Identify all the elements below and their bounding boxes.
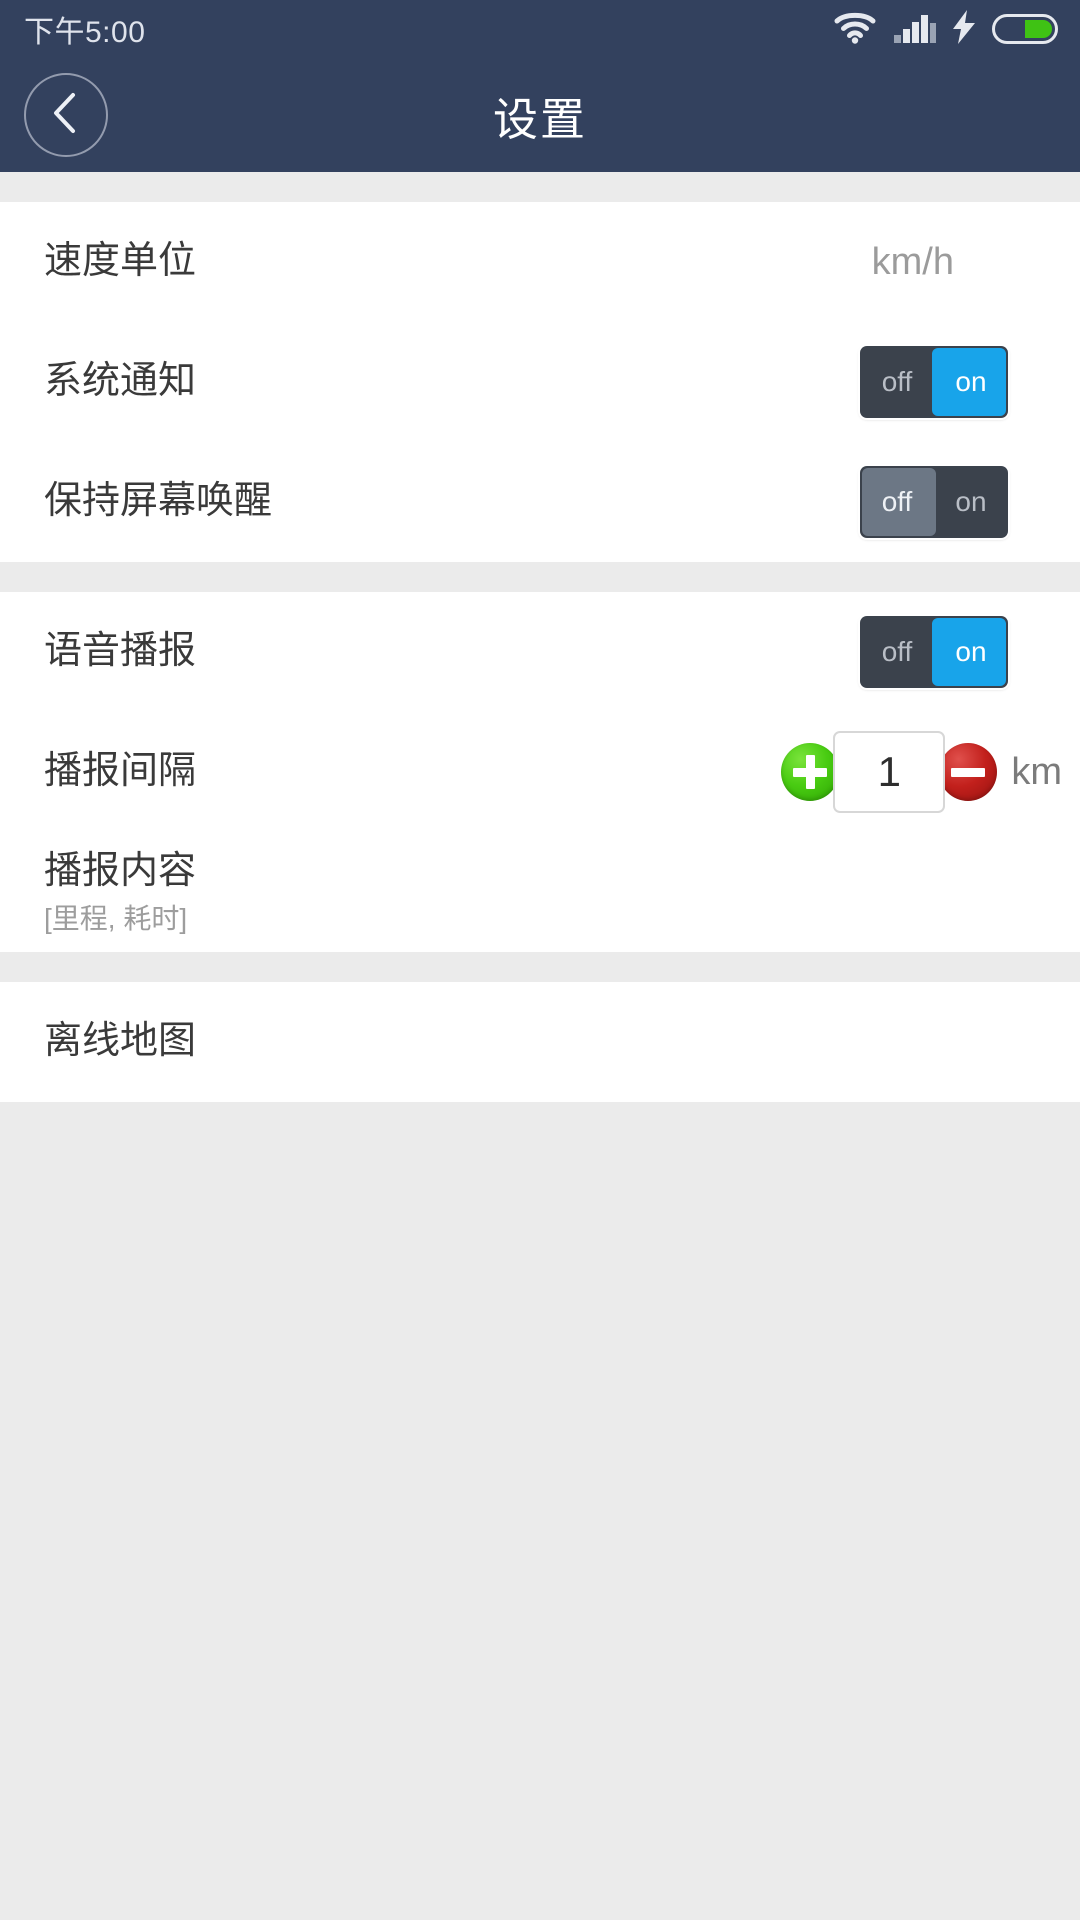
row-labels: 离线地图 xyxy=(44,1018,1046,1066)
status-bar-icons xyxy=(833,9,1058,49)
row-keep-screen-awake[interactable]: 保持屏幕唤醒 off on xyxy=(0,442,1080,562)
settings-section-general: 速度单位 km/h 系统通知 off on 保持屏幕唤醒 off on xyxy=(0,202,1080,562)
toggle-on-label: on xyxy=(955,486,987,517)
speed-unit-value: km/h xyxy=(871,240,954,283)
row-broadcast-content[interactable]: 播报内容 [里程, 耗时] xyxy=(0,832,1080,952)
section-gap xyxy=(0,172,1080,202)
toggle-off-label: off xyxy=(881,636,913,667)
charging-bolt-icon xyxy=(953,9,975,49)
settings-list: 速度单位 km/h 系统通知 off on 保持屏幕唤醒 off on 语音播报… xyxy=(0,172,1080,1696)
row-labels: 系统通知 xyxy=(44,358,860,406)
row-system-notification[interactable]: 系统通知 off on xyxy=(0,322,1080,442)
toggle-off-label: off xyxy=(881,366,913,397)
minus-circle-icon[interactable] xyxy=(939,743,998,801)
wifi-icon xyxy=(833,10,877,49)
row-title: 系统通知 xyxy=(44,360,197,403)
plus-circle-icon[interactable] xyxy=(781,743,840,801)
battery-icon xyxy=(992,14,1058,44)
row-labels: 速度单位 xyxy=(44,238,872,286)
toggle-on-label: on xyxy=(955,636,987,667)
row-voice-broadcast[interactable]: 语音播报 off on xyxy=(0,592,1080,712)
broadcast-interval-input[interactable]: 1 xyxy=(833,731,946,813)
row-offline-map[interactable]: 离线地图 xyxy=(0,982,1080,1102)
toggle-off-label: off xyxy=(881,486,913,517)
broadcast-interval-stepper[interactable]: 1 km xyxy=(781,731,1062,813)
row-title: 语音播报 xyxy=(44,630,197,673)
toggle-on-label: on xyxy=(955,366,987,397)
row-title: 速度单位 xyxy=(44,240,197,283)
system-notification-toggle[interactable]: off on xyxy=(860,346,1008,418)
app-bar: 设置 xyxy=(0,58,1080,172)
status-bar-clock: 下午5:00 xyxy=(24,16,146,49)
row-title: 播报间隔 xyxy=(44,750,197,793)
cellular-signal-icon xyxy=(894,11,936,48)
row-speed-unit[interactable]: 速度单位 km/h xyxy=(0,202,1080,322)
row-title: 保持屏幕唤醒 xyxy=(44,480,273,523)
voice-broadcast-toggle[interactable]: off on xyxy=(860,616,1008,688)
keep-screen-awake-toggle[interactable]: off on xyxy=(860,466,1008,538)
section-gap xyxy=(0,562,1080,592)
chevron-left-icon xyxy=(49,89,83,142)
row-labels: 语音播报 xyxy=(44,628,860,676)
back-button[interactable] xyxy=(24,73,108,157)
row-broadcast-interval[interactable]: 播报间隔 1 km xyxy=(0,712,1080,832)
broadcast-interval-unit: km xyxy=(1011,750,1062,793)
section-gap xyxy=(0,952,1080,982)
row-subtitle: [里程, 耗时] xyxy=(44,902,188,934)
row-labels: 播报间隔 xyxy=(44,748,781,796)
row-title: 离线地图 xyxy=(44,1020,197,1063)
page-title: 设置 xyxy=(492,93,587,145)
status-bar: 下午5:00 xyxy=(0,0,1080,58)
row-labels: 播报内容 [里程, 耗时] xyxy=(44,848,1046,935)
settings-section-map: 离线地图 xyxy=(0,982,1080,1102)
row-title: 播报内容 xyxy=(44,850,197,893)
empty-area xyxy=(0,1102,1080,1696)
settings-section-voice: 语音播报 off on 播报间隔 1 km 播报内容 [里程, 耗时] xyxy=(0,592,1080,952)
battery-fill xyxy=(1025,20,1052,38)
row-labels: 保持屏幕唤醒 xyxy=(44,478,860,526)
